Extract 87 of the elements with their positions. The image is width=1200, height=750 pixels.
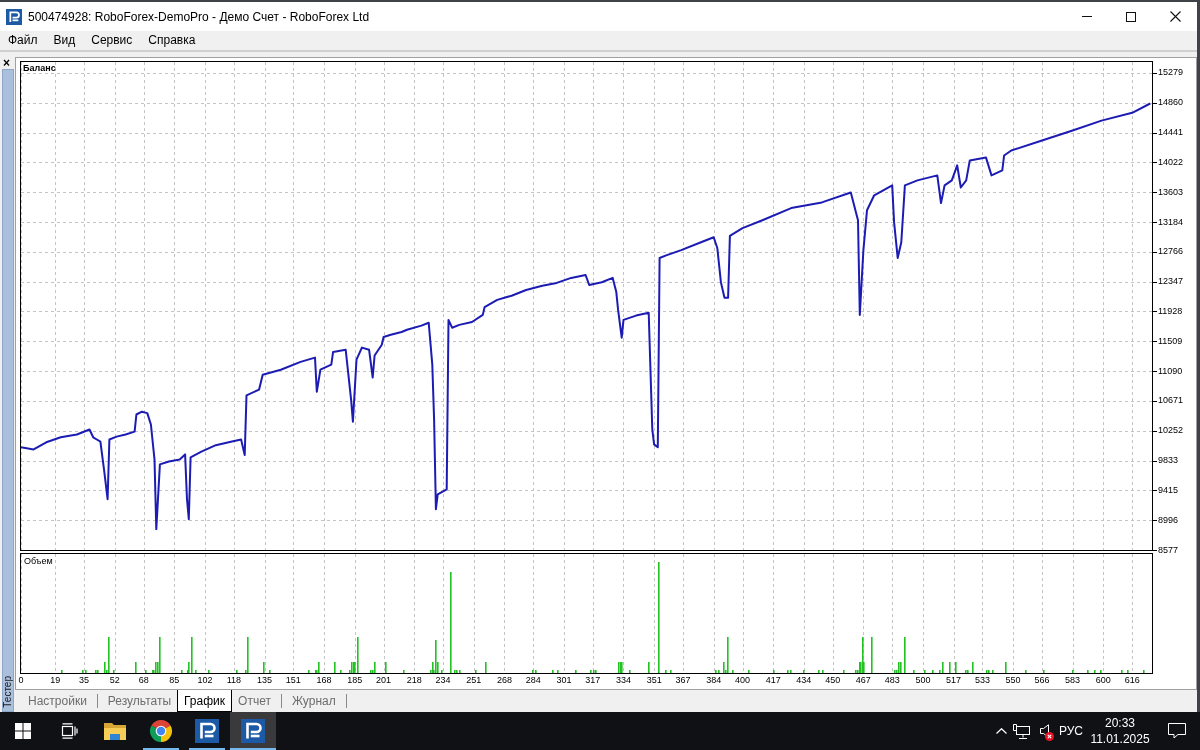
axis-tick-label: 517 — [946, 675, 962, 686]
axis-tick-label: 185 — [347, 675, 363, 686]
axis-tick-label: 15279 — [1158, 67, 1184, 79]
axis-tick-label: 11928 — [1158, 305, 1183, 317]
axis-tick-label: 11509 — [1158, 335, 1183, 347]
axis-tick-label: 151 — [285, 675, 301, 686]
panel-title: Тестер — [3, 676, 13, 708]
axis-tick-label: 234 — [435, 675, 451, 686]
axis-tick-label: 367 — [675, 675, 691, 686]
pane-label: Объем — [24, 556, 53, 566]
axis-tick-label: 12766 — [1158, 246, 1184, 258]
round-logo-icon — [149, 719, 173, 743]
axis-tick-label: 9833 — [1158, 455, 1179, 467]
axis-tick-label: 13184 — [1158, 216, 1184, 228]
axis-tick-label: 12347 — [1158, 276, 1184, 288]
axis-tick-label: 135 — [257, 675, 273, 686]
axis-tick-label: 201 — [376, 675, 392, 686]
axis-tick-label: 11090 — [1158, 365, 1183, 377]
axis-tick-label: 10252 — [1158, 425, 1184, 437]
minimize-icon — [1082, 16, 1092, 17]
tab[interactable]: Результаты — [101, 690, 178, 712]
tab[interactable]: Журнал — [285, 690, 342, 712]
axis-tick-label: 85 — [169, 675, 180, 686]
axis-tick-label: 68 — [138, 675, 149, 686]
axis-tick-label: 10671 — [1158, 395, 1184, 407]
axis-tick-label: 417 — [765, 675, 781, 686]
axis-tick-label: 268 — [496, 675, 512, 686]
axis-tick-label: 434 — [796, 675, 812, 686]
input-language-indicator[interactable]: РУС — [1056, 722, 1086, 740]
axis-tick-label: 566 — [1034, 675, 1050, 686]
axis-tick-label: 52 — [109, 675, 120, 686]
window-title: 500474928: RoboForex-DemoPro - Демо Счет - RoboForex Ltd — [28, 8, 370, 26]
axis-tick-label: 14860 — [1158, 97, 1184, 109]
axis-tick-label: 351 — [646, 675, 662, 686]
axis-tick-label: 35 — [79, 675, 90, 686]
axis-tick-label: 218 — [406, 675, 422, 686]
notification-icon[interactable] — [1168, 723, 1186, 739]
menu-item[interactable]: Файл — [0, 31, 46, 50]
axis-tick-label: 317 — [585, 675, 601, 686]
menu-item[interactable]: Сервис — [83, 31, 141, 50]
axis-tick-label: 102 — [197, 675, 213, 686]
clock-time: 20:33 — [1105, 715, 1135, 731]
axis-tick-label: 14441 — [1158, 127, 1184, 139]
axis-tick-label: 384 — [706, 675, 722, 686]
axis-tick-label: 467 — [855, 675, 871, 686]
axis-tick-label: 0 — [18, 675, 24, 686]
clock-date: 11.01.2025 — [1090, 731, 1150, 747]
panel-close-button[interactable]: × — [0, 57, 13, 69]
square-logo-icon — [195, 719, 219, 743]
axis-tick-label: 8996 — [1158, 514, 1179, 526]
axis-tick-label: 533 — [974, 675, 990, 686]
axis-tick-label: 168 — [316, 675, 332, 686]
square-logo-icon — [241, 719, 265, 743]
axis-tick-label: 9415 — [1158, 484, 1179, 496]
axis-tick-label: 583 — [1065, 675, 1081, 686]
axis-tick-label: 14022 — [1158, 156, 1184, 168]
stacked-frames-icon — [60, 723, 78, 739]
axis-tick-label: 334 — [615, 675, 631, 686]
axis-tick-label: 13603 — [1158, 186, 1184, 198]
axis-tick-label: 400 — [735, 675, 751, 686]
axis-tick-label: 19 — [50, 675, 61, 686]
close-icon — [1169, 11, 1181, 22]
maximize-icon — [1126, 11, 1136, 22]
axis-tick-label: 8577 — [1158, 544, 1179, 556]
tab[interactable]: Настройки — [22, 690, 93, 712]
axis-tick-label: 301 — [556, 675, 572, 686]
folder-icon — [104, 722, 126, 740]
axis-tick-label: 616 — [1124, 675, 1140, 686]
menu-item[interactable]: Справка — [140, 31, 204, 50]
axis-tick-label: 500 — [915, 675, 931, 686]
taskbar-button[interactable] — [230, 712, 276, 750]
chart-title: Баланс — [23, 63, 56, 73]
axis-tick-label: 118 — [226, 675, 241, 686]
menu-item[interactable]: Вид — [45, 31, 84, 50]
four-squares-icon — [15, 723, 31, 739]
axis-tick-label: 251 — [466, 675, 482, 686]
axis-tick-label: 483 — [884, 675, 900, 686]
tab[interactable]: Отчет — [232, 690, 277, 712]
axis-tick-label: 450 — [825, 675, 841, 686]
monitor-icon[interactable] — [1013, 723, 1030, 739]
speaker-icon[interactable] — [1039, 724, 1050, 738]
chevron-up-icon[interactable] — [996, 728, 1007, 734]
axis-tick-label: 550 — [1005, 675, 1021, 686]
tab[interactable]: График — [177, 690, 233, 712]
axis-tick-label: 284 — [525, 675, 541, 686]
square-logo-icon — [6, 8, 22, 25]
axis-tick-label: 600 — [1095, 675, 1111, 686]
